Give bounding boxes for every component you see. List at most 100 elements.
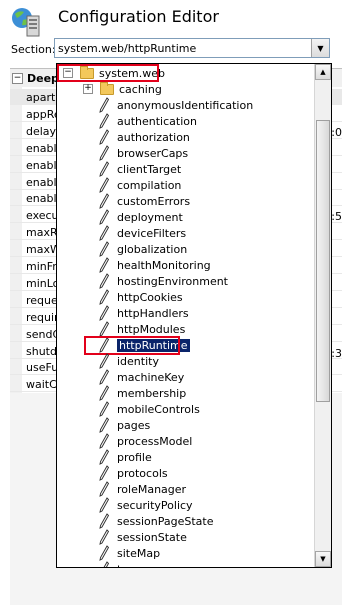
tree-item-sessionPageState[interactable]: sessionPageState xyxy=(97,513,311,529)
section-label: Section: xyxy=(11,43,56,56)
pen-icon xyxy=(99,305,109,321)
annotation-highlight xyxy=(57,64,159,82)
property-name: minLo xyxy=(26,276,60,290)
tree-item-securityPolicy[interactable]: securityPolicy xyxy=(97,497,311,513)
tree-item-deployment[interactable]: deployment xyxy=(97,209,311,225)
tree-item-anonymousIdentification[interactable]: anonymousIdentification xyxy=(97,97,311,113)
pen-icon xyxy=(103,561,109,567)
folder-icon xyxy=(100,82,114,95)
tree-label: membership xyxy=(117,387,187,400)
tree-label: processModel xyxy=(117,435,193,448)
tree-label: securityPolicy xyxy=(117,499,193,512)
tree-label: customErrors xyxy=(117,195,191,208)
scroll-thumb[interactable] xyxy=(316,120,330,402)
property-value: :3 xyxy=(331,347,342,360)
expand-plus-icon[interactable]: + xyxy=(83,84,93,94)
pen-icon xyxy=(99,289,109,305)
tree-label: caching xyxy=(119,83,162,96)
pen-icon xyxy=(99,145,109,161)
tree-item-authentication[interactable]: authentication xyxy=(97,113,311,129)
property-name: shutd xyxy=(26,344,57,358)
section-value: system.web/httpRuntime xyxy=(58,42,197,55)
pen-icon xyxy=(99,257,109,273)
pen-icon xyxy=(99,385,109,401)
pen-icon xyxy=(99,225,109,241)
tree-label: roleManager xyxy=(117,483,187,496)
tree-item-siteMap[interactable]: siteMap xyxy=(97,545,311,561)
pen-icon xyxy=(99,161,109,177)
tree-item-hostingEnvironment[interactable]: hostingEnvironment xyxy=(97,273,311,289)
property-name: waitC xyxy=(26,378,57,392)
tree-label: globalization xyxy=(117,243,188,256)
tree-item-browserCaps[interactable]: browserCaps xyxy=(97,145,311,161)
vertical-scrollbar[interactable]: ▲ ▼ xyxy=(314,64,331,567)
scroll-down-arrow-icon[interactable]: ▼ xyxy=(315,551,331,567)
property-name: execu xyxy=(26,209,59,223)
tree-label: sessionPageState xyxy=(117,515,214,528)
property-name: reque xyxy=(26,293,58,307)
tree-label: pages xyxy=(117,419,151,432)
tree-label: trace xyxy=(117,563,145,567)
tree-label: mobileControls xyxy=(117,403,200,416)
pen-icon xyxy=(99,113,109,129)
tree-label: healthMonitoring xyxy=(117,259,211,272)
tree-item-httpHandlers[interactable]: httpHandlers xyxy=(97,305,311,321)
dropdown-arrow-icon[interactable]: ▼ xyxy=(311,39,329,57)
tree-item-membership[interactable]: membership xyxy=(97,385,311,401)
pen-icon xyxy=(99,321,109,337)
tree-item-compilation[interactable]: compilation xyxy=(97,177,311,193)
collapse-minus-icon[interactable]: − xyxy=(12,73,23,84)
tree-item-mobileControls[interactable]: mobileControls xyxy=(97,401,311,417)
tree-item-identity[interactable]: identity xyxy=(97,353,311,369)
tree-item-trace[interactable]: trace xyxy=(97,561,311,567)
tree-label: hostingEnvironment xyxy=(117,275,228,288)
property-name: delayI xyxy=(26,124,60,138)
tree-item-sessionState[interactable]: sessionState xyxy=(97,529,311,545)
section-combobox[interactable]: system.web/httpRuntime ▼ xyxy=(54,38,330,58)
pen-icon xyxy=(99,417,109,433)
tree-label: authorization xyxy=(117,131,190,144)
tree-label: deployment xyxy=(117,211,183,224)
tree-label: httpCookies xyxy=(117,291,183,304)
pen-icon xyxy=(99,529,109,545)
tree-item-roleManager[interactable]: roleManager xyxy=(97,481,311,497)
tree-folder-caching[interactable]: + caching xyxy=(81,81,311,97)
tree-label: protocols xyxy=(117,467,168,480)
pen-icon xyxy=(99,401,109,417)
pen-icon xyxy=(99,465,109,481)
tree-label: compilation xyxy=(117,179,182,192)
tree-item-protocols[interactable]: protocols xyxy=(97,465,311,481)
tree-item-profile[interactable]: profile xyxy=(97,449,311,465)
tree-item-customErrors[interactable]: customErrors xyxy=(97,193,311,209)
tree-item-healthMonitoring[interactable]: healthMonitoring xyxy=(97,257,311,273)
tree-item-globalization[interactable]: globalization xyxy=(97,241,311,257)
tree-item-authorization[interactable]: authorization xyxy=(97,129,311,145)
tree-item-clientTarget[interactable]: clientTarget xyxy=(97,161,311,177)
tree-item-machineKey[interactable]: machineKey xyxy=(97,369,311,385)
pen-icon xyxy=(99,369,109,385)
section-dropdown-tree[interactable]: − system.web + caching anonymousIdentificati… xyxy=(56,63,332,568)
pen-icon xyxy=(99,353,109,369)
pen-icon xyxy=(99,241,109,257)
tree-item-httpModules[interactable]: httpModules xyxy=(97,321,311,337)
tree-label: siteMap xyxy=(117,547,161,560)
tree-label: identity xyxy=(117,355,159,368)
tree-label: profile xyxy=(117,451,152,464)
tree-item-processModel[interactable]: processModel xyxy=(97,433,311,449)
pen-icon xyxy=(99,481,109,497)
property-name: maxR xyxy=(26,226,58,240)
tree-label: deviceFilters xyxy=(117,227,187,240)
tree-item-httpCookies[interactable]: httpCookies xyxy=(97,289,311,305)
tree-label: browserCaps xyxy=(117,147,189,160)
tree-item-deviceFilters[interactable]: deviceFilters xyxy=(97,225,311,241)
pen-icon xyxy=(99,193,109,209)
pen-icon xyxy=(99,177,109,193)
pen-icon xyxy=(99,97,109,113)
tree-item-pages[interactable]: pages xyxy=(97,417,311,433)
scroll-up-arrow-icon[interactable]: ▲ xyxy=(315,64,331,80)
page-title: Configuration Editor xyxy=(58,7,219,26)
pen-icon xyxy=(99,449,109,465)
pen-icon xyxy=(99,513,109,529)
group-title: Deep xyxy=(27,72,59,85)
property-value: :0 xyxy=(331,126,342,139)
